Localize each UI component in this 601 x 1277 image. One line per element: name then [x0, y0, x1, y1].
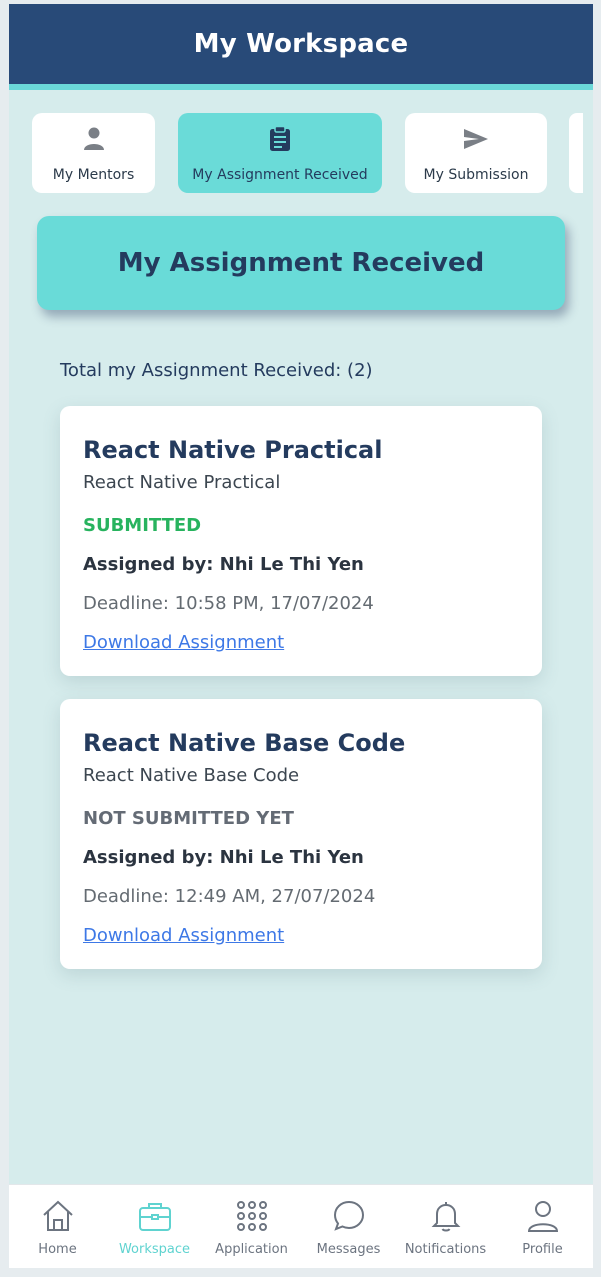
deadline: Deadline: 10:58 PM, 17/07/2024 [83, 593, 374, 614]
nav-workspace[interactable]: Workspace [106, 1185, 203, 1268]
assignment-card: React Native Practical React Native Prac… [60, 406, 542, 676]
clipboard-icon [269, 125, 291, 153]
assignment-title: React Native Base Code [83, 729, 406, 757]
grid-icon [203, 1199, 300, 1235]
tab-my-mentors[interactable]: My Mentors [32, 113, 155, 193]
assigned-by: Assigned by: Nhi Le Thi Yen [83, 554, 364, 575]
chat-icon [300, 1199, 397, 1235]
tab-overflow-edge[interactable] [569, 113, 583, 193]
status-badge: NOT SUBMITTED YET [83, 808, 294, 829]
assigned-by: Assigned by: Nhi Le Thi Yen [83, 847, 364, 868]
total-count: Total my Assignment Received: (2) [60, 360, 373, 381]
tab-label: My Assignment Received [192, 167, 368, 183]
page-title: My Workspace [193, 29, 409, 59]
app-header: My Workspace [9, 4, 593, 90]
nav-home[interactable]: Home [9, 1185, 106, 1268]
download-assignment-link[interactable]: Download Assignment [83, 632, 284, 653]
tab-strip: My Mentors My Assignment Received My Sub… [9, 113, 593, 195]
section-banner: My Assignment Received [37, 216, 565, 310]
nav-label: Notifications [404, 1242, 487, 1257]
nav-label: Messages [316, 1242, 381, 1257]
download-assignment-link[interactable]: Download Assignment [83, 925, 284, 946]
send-icon [463, 125, 489, 153]
user-icon [494, 1199, 591, 1235]
deadline: Deadline: 12:49 AM, 27/07/2024 [83, 886, 376, 907]
assignment-title: React Native Practical [83, 436, 383, 464]
nav-label: Home [38, 1242, 77, 1257]
home-icon [9, 1199, 106, 1235]
assignment-subtitle: React Native Practical [83, 472, 281, 493]
tab-label: My Mentors [52, 167, 135, 183]
nav-label: Profile [522, 1242, 563, 1257]
section-title: My Assignment Received [117, 248, 485, 278]
tab-my-assignment-received[interactable]: My Assignment Received [178, 113, 382, 193]
phone-screen: My Workspace My Mentors My Assignment Re… [9, 4, 593, 1268]
tab-my-submission[interactable]: My Submission [405, 113, 547, 193]
assignment-card: React Native Base Code React Native Base… [60, 699, 542, 969]
nav-notifications[interactable]: Notifications [397, 1185, 494, 1268]
nav-profile[interactable]: Profile [494, 1185, 591, 1268]
status-badge: SUBMITTED [83, 515, 202, 536]
tab-label: My Submission [423, 167, 529, 183]
nav-application[interactable]: Application [203, 1185, 300, 1268]
nav-label: Application [215, 1242, 288, 1257]
bottom-nav: Home Workspace Application Messages Noti… [9, 1184, 593, 1268]
nav-messages[interactable]: Messages [300, 1185, 397, 1268]
nav-label: Workspace [118, 1242, 191, 1257]
person-icon [83, 125, 105, 153]
briefcase-icon [106, 1199, 203, 1235]
bell-icon [397, 1199, 494, 1235]
assignment-subtitle: React Native Base Code [83, 765, 300, 786]
